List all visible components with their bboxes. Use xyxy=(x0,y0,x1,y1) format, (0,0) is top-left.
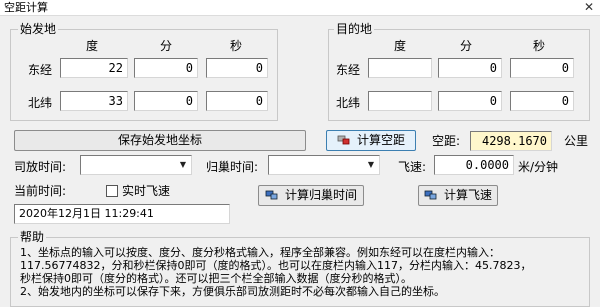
origin-col-min: 分 xyxy=(160,39,173,53)
distance-label: 空距: xyxy=(432,134,461,148)
help-line: 秒栏保持0即可（度分的格式）。还可以把三个栏全部输入数据（度分秒的格式）。 xyxy=(20,272,412,285)
destination-group-label: 目的地 xyxy=(334,22,375,36)
return-time-select[interactable]: ▼ xyxy=(268,155,380,175)
title-bar: 空距计算 ✕ xyxy=(0,0,600,16)
calc-speed-label: 计算飞速 xyxy=(443,188,492,202)
origin-lon-sec-input[interactable]: 0 xyxy=(206,58,268,78)
release-time-label: 司放时间: xyxy=(14,160,67,174)
dest-lon-deg-input[interactable] xyxy=(368,58,432,78)
origin-lon-label: 东经 xyxy=(28,63,53,77)
window-title: 空距计算 xyxy=(4,1,48,14)
origin-col-sec: 秒 xyxy=(230,39,243,53)
help-group-label: 帮助 xyxy=(18,230,47,244)
calc-distance-label: 计算空距 xyxy=(356,133,405,147)
dest-lat-min-input[interactable]: 0 xyxy=(438,91,502,111)
release-time-select[interactable]: ▼ xyxy=(80,155,192,175)
origin-group-label: 始发地 xyxy=(18,22,59,36)
help-text: 1、坐标点的输入可以按度、度分、度分秒格式输入，程序全部兼容。例如东经可以在度栏… xyxy=(20,246,590,298)
origin-lon-min-input[interactable]: 0 xyxy=(134,58,198,78)
speed-label: 飞速: xyxy=(398,160,427,174)
origin-lon-deg-input[interactable]: 22 xyxy=(60,58,128,78)
calc-return-button[interactable]: 计算归巢时间 xyxy=(258,185,364,206)
realtime-label: 实时飞速 xyxy=(122,184,171,198)
distance-unit: 公里 xyxy=(564,134,589,148)
origin-lat-sec-input[interactable]: 0 xyxy=(206,91,268,111)
satellite-icon xyxy=(424,190,437,200)
dest-col-min: 分 xyxy=(460,39,473,53)
dest-lon-min-input[interactable]: 0 xyxy=(438,58,502,78)
dest-lat-sec-input[interactable]: 0 xyxy=(510,91,574,111)
speed-unit: 米/分钟 xyxy=(518,160,559,174)
save-origin-button[interactable]: 保存始发地坐标 xyxy=(14,130,306,151)
speed-value: 0.0000 xyxy=(434,155,514,175)
dest-col-sec: 秒 xyxy=(533,39,546,53)
app-window: 空距计算 ✕ 始发地 度 分 秒 东经 22 0 0 北纬 33 0 0 保存始… xyxy=(0,0,600,307)
dest-lon-sec-input[interactable]: 0 xyxy=(510,58,574,78)
satellite-icon xyxy=(265,190,278,200)
dest-col-deg: 度 xyxy=(394,39,407,53)
origin-lat-min-input[interactable]: 0 xyxy=(134,91,198,111)
chevron-down-icon: ▼ xyxy=(367,160,375,169)
origin-lat-deg-input[interactable]: 33 xyxy=(60,91,128,111)
current-time-value: 2020年12月1日 11:29:41 xyxy=(14,204,230,224)
help-line: 2、始发地内的坐标可以保存下来，方便俱乐部司放测距时不必每次都输入自己的坐标。 xyxy=(20,285,445,298)
satellite-icon xyxy=(337,135,350,145)
close-button[interactable]: ✕ xyxy=(582,0,596,14)
help-line: 117.56774832，分和秒栏保持0即可（度的格式）。也可以在度栏内输入11… xyxy=(20,259,532,272)
calc-return-label: 计算归巢时间 xyxy=(284,188,357,202)
dest-lat-deg-input[interactable] xyxy=(368,91,432,111)
return-time-label: 归巢时间: xyxy=(206,160,259,174)
calc-speed-button[interactable]: 计算飞速 xyxy=(418,185,498,206)
help-line: 1、坐标点的输入可以按度、度分、度分秒格式输入，程序全部兼容。例如东经可以在度栏… xyxy=(20,246,500,259)
distance-value: 4298.1670 xyxy=(470,131,552,151)
origin-col-deg: 度 xyxy=(86,39,99,53)
origin-lat-label: 北纬 xyxy=(28,96,53,110)
chevron-down-icon: ▼ xyxy=(179,160,187,169)
realtime-checkbox[interactable] xyxy=(106,185,118,197)
dest-lon-label: 东经 xyxy=(336,63,361,77)
calc-distance-button[interactable]: 计算空距 xyxy=(326,130,416,151)
dest-lat-label: 北纬 xyxy=(336,96,361,110)
current-time-label: 当前时间: xyxy=(14,184,67,198)
